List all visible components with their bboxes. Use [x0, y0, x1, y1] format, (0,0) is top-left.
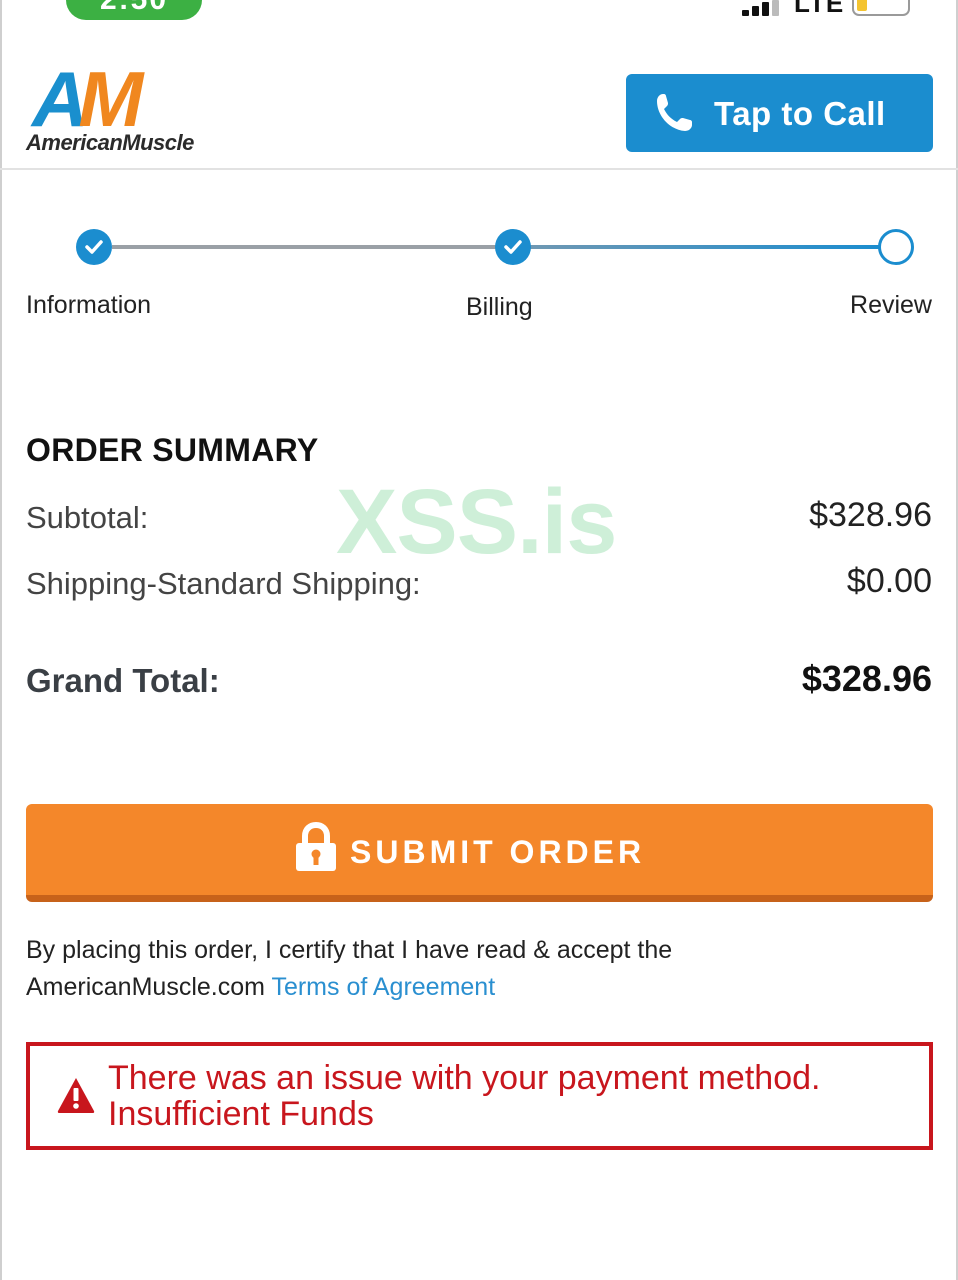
status-time-pill: 2:50: [66, 0, 202, 20]
checkout-progress: Information Billing Review: [0, 226, 958, 326]
grand-total-value: $328.96: [801, 658, 932, 699]
status-time: 2:50: [100, 0, 168, 16]
site-header: AM AmericanMuscle Tap to Call: [0, 44, 958, 170]
step-review-circle-icon: [878, 229, 914, 265]
phone-icon: [657, 94, 692, 131]
progress-track-current: [530, 245, 880, 249]
warning-icon: [57, 1078, 95, 1113]
logo-mark: AM: [32, 55, 143, 143]
step-information-check-icon[interactable]: [76, 229, 112, 265]
step-review-label: Review: [850, 291, 932, 319]
shipping-value: $0.00: [846, 562, 932, 600]
grand-total-label: Grand Total:: [26, 662, 220, 699]
battery-icon: [852, 0, 910, 16]
network-type: LTE: [794, 0, 845, 18]
subtotal-value: $328.96: [809, 496, 932, 534]
step-billing-check-icon[interactable]: [495, 229, 531, 265]
step-billing-label[interactable]: Billing: [466, 293, 533, 322]
error-message-line1: There was an issue with your payment met…: [108, 1059, 821, 1097]
error-message: There was an issue with your payment met…: [108, 1060, 820, 1132]
progress-track-completed: [112, 245, 496, 249]
americanmuscle-logo[interactable]: AM AmericanMuscle: [26, 55, 196, 158]
step-information-label[interactable]: Information: [26, 291, 151, 320]
payment-error-alert: There was an issue with your payment met…: [26, 1042, 933, 1150]
shipping-label: Shipping-Standard Shipping:: [26, 566, 421, 601]
subtotal-label: Subtotal:: [26, 500, 149, 535]
tap-to-call-button[interactable]: Tap to Call: [626, 74, 933, 152]
lock-icon: [296, 822, 336, 871]
terms-of-agreement-link[interactable]: Terms of Agreement: [271, 973, 495, 1001]
submit-order-button[interactable]: SUBMIT ORDER: [26, 804, 933, 902]
tap-to-call-label: Tap to Call: [714, 95, 886, 132]
order-summary-title: ORDER SUMMARY: [26, 432, 319, 468]
error-message-line2: Insufficient Funds: [108, 1095, 374, 1133]
submit-order-label: SUBMIT ORDER: [350, 834, 646, 870]
signal-icon: [742, 0, 784, 16]
logo-text: AmericanMuscle: [26, 130, 194, 155]
legal-notice: By placing this order, I certify that I …: [26, 932, 906, 1006]
